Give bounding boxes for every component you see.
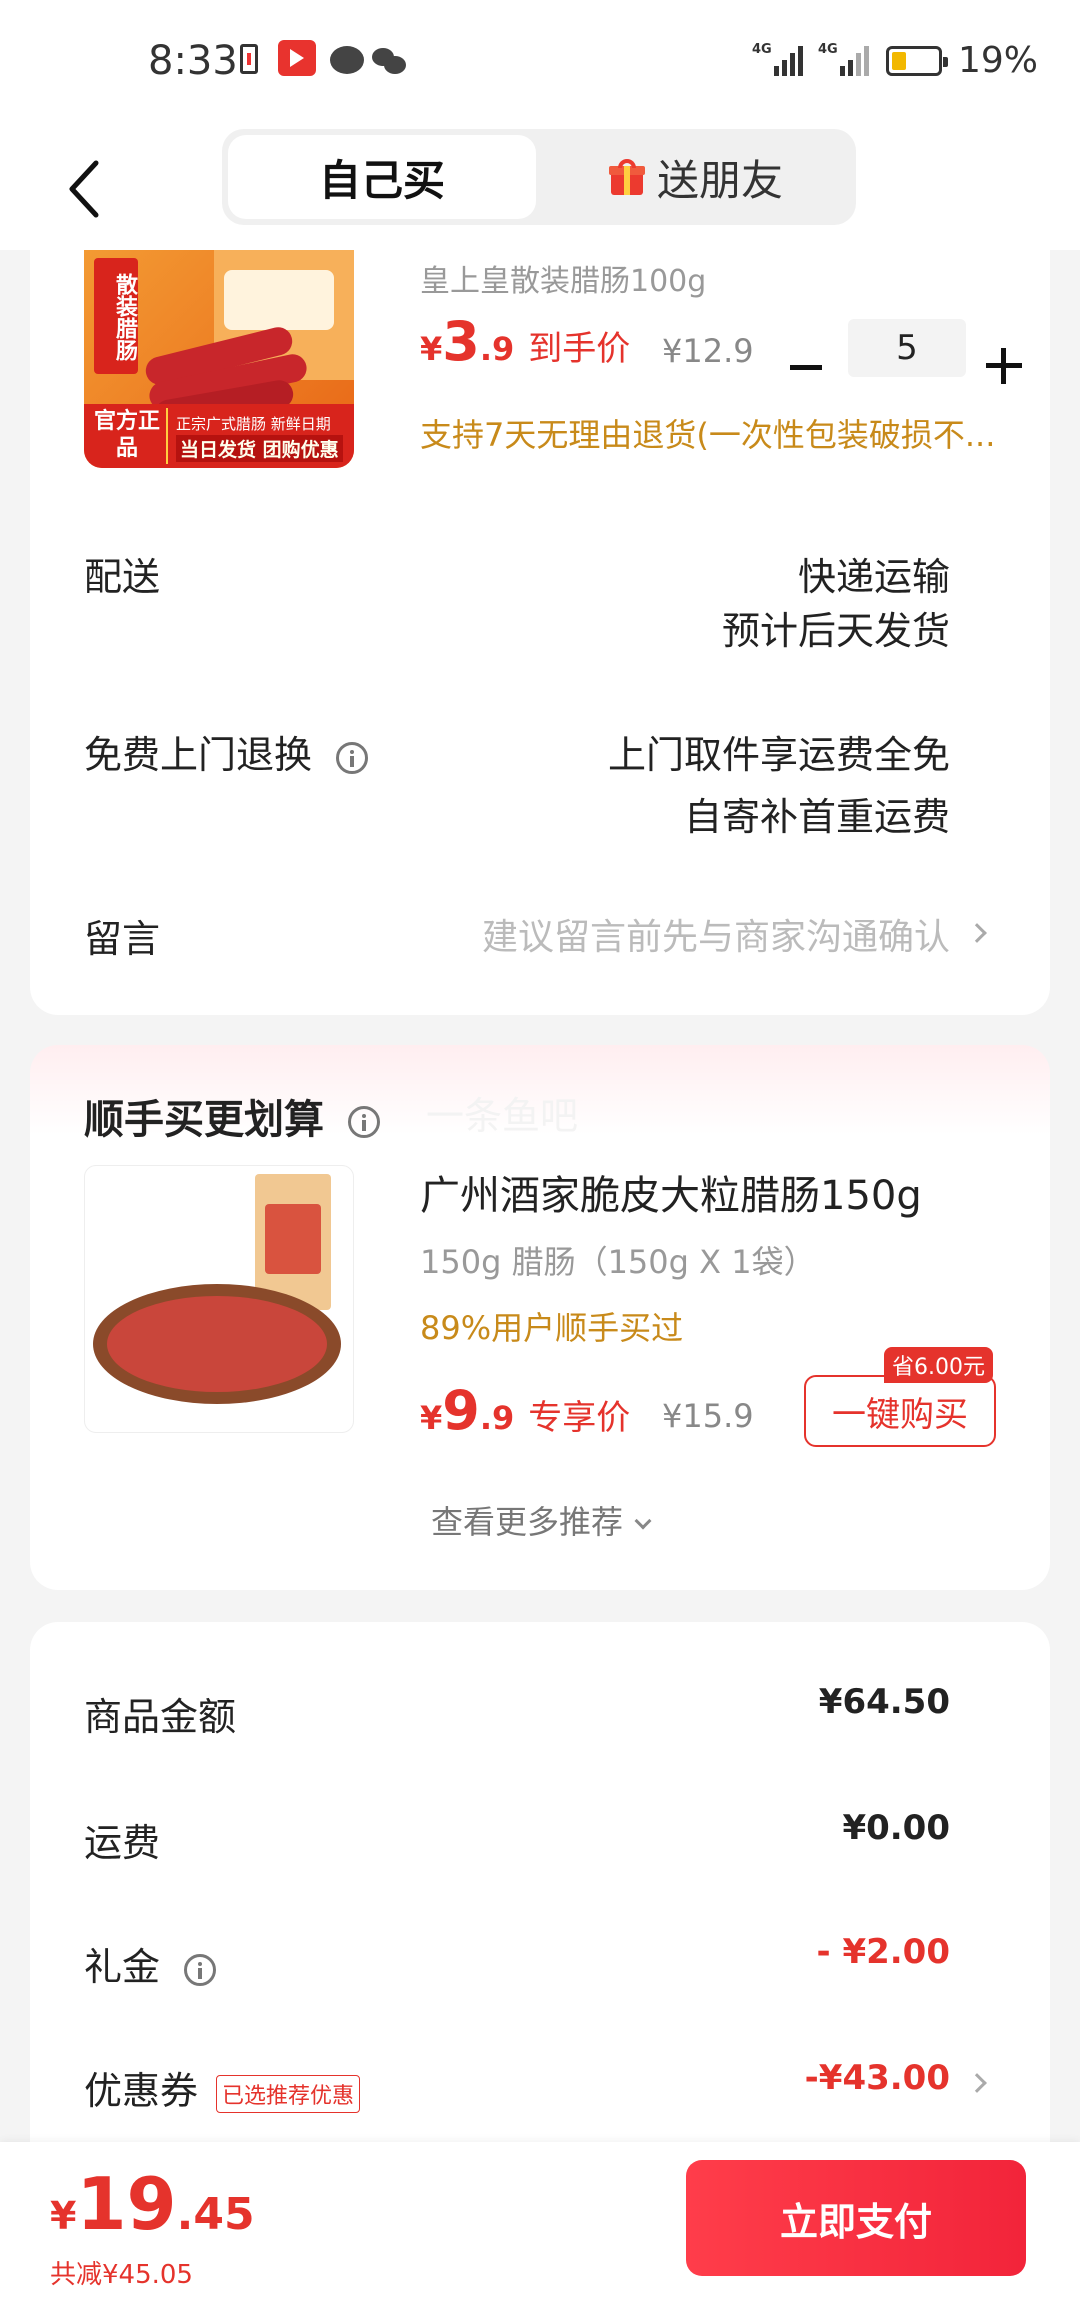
tab-send-friend[interactable]: 送朋友 <box>542 135 850 219</box>
pay-now-button[interactable]: 立即支付 <box>686 2160 1026 2276</box>
back-arrow-icon[interactable] <box>66 159 106 219</box>
addon-title-row: 顺手买更划算 <box>84 1087 380 1145</box>
signal-label: 4G <box>752 42 772 57</box>
return-service-row: 免费上门退换 <box>84 724 369 779</box>
image-official: 官方正品 <box>88 408 168 464</box>
coupon-row[interactable]: 优惠券 已选推荐优惠 <box>84 2060 361 2115</box>
addon-price: ¥9.9 专享价 <box>420 1379 630 1442</box>
chevron-right-icon <box>967 2073 987 2093</box>
gift-money-row: 礼金 <box>84 1936 217 1991</box>
order-item-card: 散装腊肠 官方正品 正宗广式腊肠 新鲜日期 当日发货 团购优惠 皇上皇散装腊肠1… <box>30 250 1050 1015</box>
image-line1: 正宗广式腊肠 新鲜日期 <box>176 415 331 433</box>
info-icon[interactable] <box>348 1106 380 1138</box>
return-service-line1: 上门取件享运费全免 <box>607 733 950 777</box>
shipping-value: ¥0.00 <box>842 1808 950 1848</box>
addon-social-proof: 89%用户顺手买过 <box>420 1309 684 1347</box>
quantity-input[interactable]: 5 <box>848 319 966 377</box>
addon-product-image[interactable] <box>84 1165 354 1433</box>
addon-product-spec: 150g 腊肠（150g X 1袋） <box>420 1243 816 1281</box>
signal-label-2: 4G <box>818 42 838 57</box>
delivery-method: 快递运输 <box>797 555 950 599</box>
header: 自己买 送朋友 <box>0 125 1080 250</box>
status-time: 8:33 <box>148 38 238 84</box>
more-recommendations-label: 查看更多推荐 <box>430 1503 623 1541</box>
quantity-decrease-button[interactable] <box>786 348 826 388</box>
status-bar: 8:33 4G 4G 19% <box>0 0 1080 125</box>
product-price: ¥3.9 到手价 <box>420 310 630 373</box>
tab-buy-self-label: 自己买 <box>318 155 445 205</box>
original-price: ¥12.9 <box>662 332 754 370</box>
save-badge: 省6.00元 <box>884 1347 993 1383</box>
currency-symbol: ¥ <box>420 330 443 368</box>
purchase-mode-switch: 自己买 送朋友 <box>222 129 856 225</box>
goods-amount-label: 商品金额 <box>84 1695 237 1739</box>
quantity-increase-button[interactable] <box>986 348 1022 384</box>
price-label: 到手价 <box>528 329 631 369</box>
info-icon[interactable] <box>336 741 369 774</box>
more-recommendations-link[interactable]: 查看更多推荐 <box>30 1497 1050 1543</box>
checkout-bar: ¥19.45 共减¥45.05 立即支付 <box>0 2142 1080 2310</box>
message-input[interactable]: 建议留言前先与商家沟通确认 <box>482 908 950 960</box>
addon-card: 顺手买更划算 一条鱼吧 广州酒家脆皮大粒腊肠150g 150g 腊肠（150g … <box>30 1045 1050 1590</box>
chevron-right-icon <box>967 923 987 943</box>
total-saved: 共减¥45.05 <box>50 2260 193 2290</box>
shipping-label: 运费 <box>84 1821 161 1865</box>
image-line2: 当日发货 团购优惠 <box>176 435 343 462</box>
coupon-value[interactable]: -¥43.00 <box>805 2058 950 2098</box>
price-decimal: .9 <box>479 1399 515 1437</box>
total-price: ¥19.45 <box>50 2162 255 2246</box>
return-service-line2: 自寄补首重运费 <box>683 795 950 839</box>
wechat-icon <box>372 46 406 74</box>
chevron-down-icon <box>634 1512 652 1530</box>
image-badge: 散装腊肠 <box>94 258 138 374</box>
product-name: 皇上皇散装腊肠100g <box>420 264 707 299</box>
currency-symbol: ¥ <box>50 2194 77 2238</box>
battery-icon <box>886 46 948 76</box>
addon-ghost-text: 一条鱼吧 <box>426 1094 579 1138</box>
info-icon[interactable] <box>184 1953 217 1986</box>
gift-icon <box>608 159 645 195</box>
tab-send-friend-label: 送朋友 <box>656 155 783 205</box>
signal-icon: 4G <box>752 42 803 76</box>
total-integer: 19 <box>76 2162 177 2246</box>
price-integer: 9 <box>442 1379 480 1442</box>
message-icon <box>330 46 364 74</box>
delivery-eta: 预计后天发货 <box>721 609 950 653</box>
addon-original-price: ¥15.9 <box>662 1397 754 1435</box>
video-app-icon <box>278 40 316 76</box>
gift-money-value: - ¥2.00 <box>816 1932 951 1972</box>
price-integer: 3 <box>442 310 480 373</box>
coupon-label: 优惠券 <box>84 2069 199 2113</box>
total-decimal: .45 <box>176 2189 255 2240</box>
battery-percent: 19% <box>958 40 1039 81</box>
currency-symbol: ¥ <box>420 1399 443 1437</box>
signal-icon-2: 4G <box>818 42 869 76</box>
message-label: 留言 <box>84 917 161 961</box>
price-decimal: .9 <box>479 330 515 368</box>
addon-title: 顺手买更划算 <box>84 1097 324 1143</box>
goods-amount-value: ¥64.50 <box>818 1682 950 1722</box>
return-service-label: 免费上门退换 <box>84 733 313 777</box>
gift-money-label: 礼金 <box>84 1945 161 1989</box>
tab-buy-self[interactable]: 自己买 <box>228 135 536 219</box>
price-label: 专享价 <box>528 1398 631 1438</box>
return-policy[interactable]: 支持7天无理由退货(一次性包装破损不... <box>420 410 1020 456</box>
one-click-buy-button[interactable]: 一键购买 <box>804 1375 996 1447</box>
delivery-label: 配送 <box>84 555 161 599</box>
coupon-tag: 已选推荐优惠 <box>216 2074 361 2113</box>
battery-alert-icon <box>240 44 258 74</box>
product-image[interactable]: 散装腊肠 官方正品 正宗广式腊肠 新鲜日期 当日发货 团购优惠 <box>84 250 354 468</box>
addon-product-name[interactable]: 广州酒家脆皮大粒腊肠150g <box>420 1163 922 1221</box>
